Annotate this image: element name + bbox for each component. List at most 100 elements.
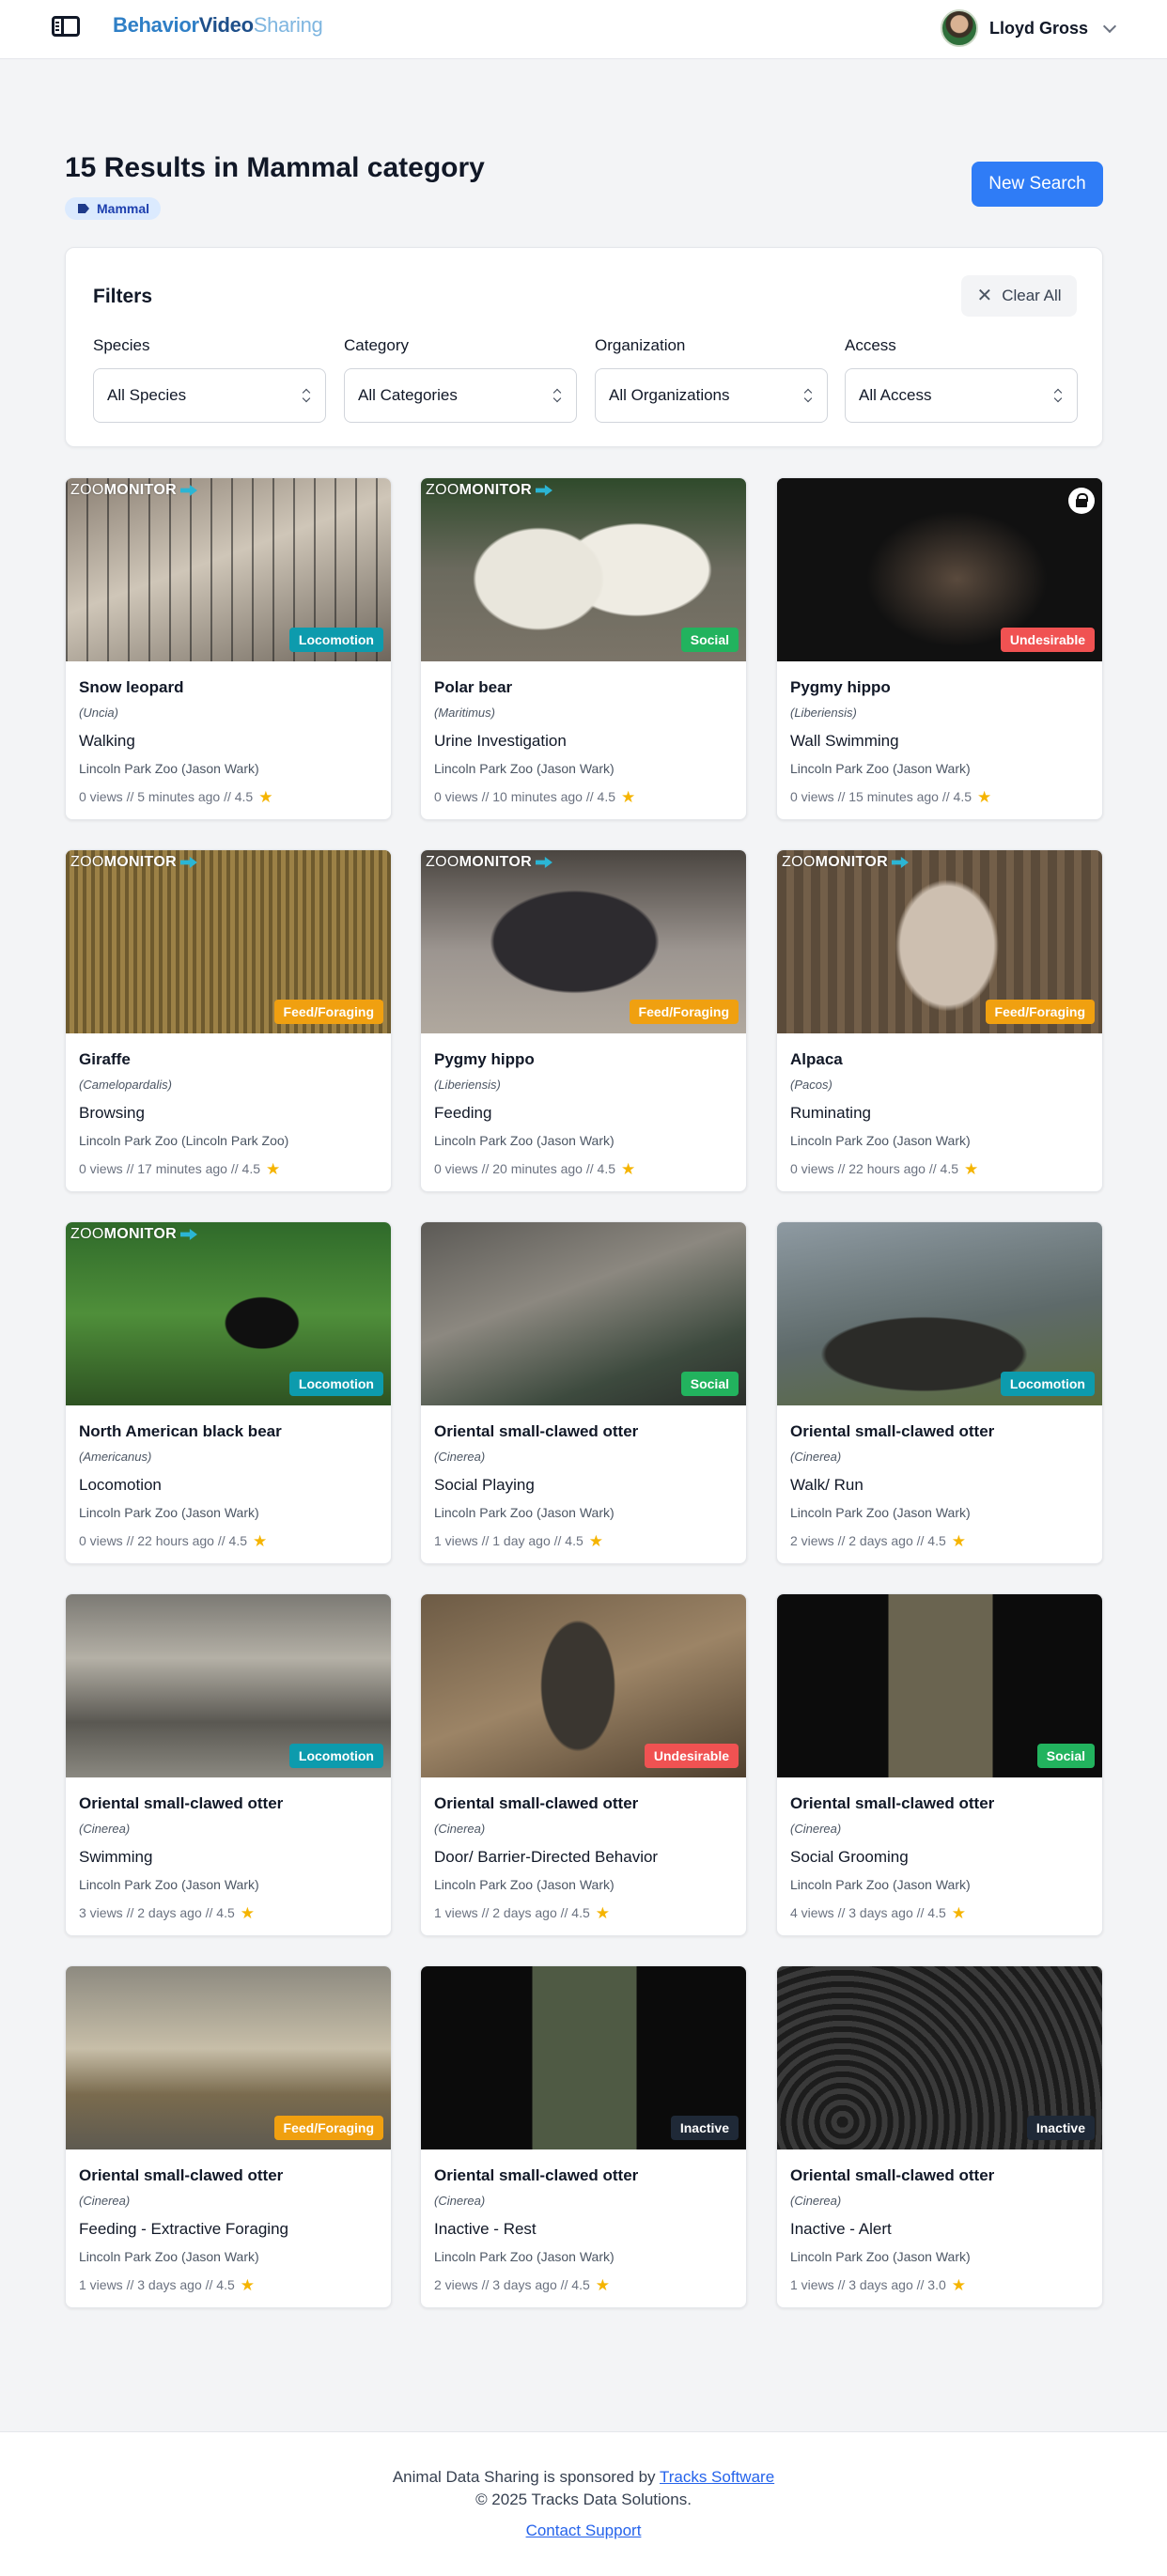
arrow-icon xyxy=(179,485,197,496)
video-card[interactable]: ZOO MONITOR Social Polar bear (Maritimus) … xyxy=(420,477,747,820)
sidebar-toggle-icon[interactable] xyxy=(52,16,80,37)
select-updown-icon xyxy=(553,389,561,402)
user-menu[interactable]: Lloyd Gross xyxy=(940,8,1117,48)
video-card[interactable]: Locomotion Oriental small-clawed otter (… xyxy=(776,1221,1103,1564)
video-thumbnail[interactable]: ZOO MONITOR Feed/Foraging xyxy=(66,850,391,1033)
organization-name: Lincoln Park Zoo (Jason Wark) xyxy=(79,1877,259,1892)
video-thumbnail[interactable]: Locomotion xyxy=(66,1594,391,1777)
scientific-name: (Camelopardalis) xyxy=(79,1078,172,1092)
species-name: Oriental small-clawed otter xyxy=(79,1794,284,1812)
species-select[interactable]: All Species xyxy=(93,368,326,423)
clear-all-label: Clear All xyxy=(1002,287,1062,304)
star-icon: ★ xyxy=(977,787,992,806)
video-meta: 3 views // 2 days ago // 4.5 ★ xyxy=(79,1904,378,1921)
behavior-name: Feeding - Extractive Foraging xyxy=(79,2220,288,2238)
organization-select[interactable]: All Organizations xyxy=(595,368,828,423)
video-thumbnail[interactable]: ZOO MONITOR Locomotion xyxy=(66,478,391,661)
species-select-value: All Species xyxy=(107,386,187,404)
video-stats: 2 views // 3 days ago // 4.5 xyxy=(434,2277,590,2292)
video-card[interactable]: Inactive Oriental small-clawed otter (Ci… xyxy=(420,1965,747,2308)
video-thumbnail[interactable]: Feed/Foraging xyxy=(66,1966,391,2149)
video-meta: 2 views // 2 days ago // 4.5 ★ xyxy=(790,1532,1089,1549)
select-updown-icon xyxy=(1054,389,1062,402)
organization-name: Lincoln Park Zoo (Jason Wark) xyxy=(79,2249,259,2264)
video-card[interactable]: ZOO MONITOR Feed/Foraging Alpaca (Pacos) R… xyxy=(776,849,1103,1192)
video-card[interactable]: Social Oriental small-clawed otter (Cine… xyxy=(420,1221,747,1564)
organization-name: Lincoln Park Zoo (Jason Wark) xyxy=(790,1505,971,1520)
video-thumbnail[interactable]: Social xyxy=(777,1594,1102,1777)
video-card[interactable]: Undesirable Pygmy hippo (Liberiensis) Wa… xyxy=(776,477,1103,820)
star-icon: ★ xyxy=(240,2275,256,2294)
video-thumbnail[interactable]: ZOO MONITOR Feed/Foraging xyxy=(421,850,746,1033)
behavior-name: Walking xyxy=(79,732,135,750)
star-icon: ★ xyxy=(621,1159,636,1178)
filters-title: Filters xyxy=(93,286,153,307)
video-card[interactable]: Locomotion Oriental small-clawed otter (… xyxy=(65,1593,392,1936)
video-card[interactable]: Inactive Oriental small-clawed otter (Ci… xyxy=(776,1965,1103,2308)
access-select[interactable]: All Access xyxy=(845,368,1078,423)
video-thumbnail[interactable]: Locomotion xyxy=(777,1222,1102,1405)
arrow-icon xyxy=(535,857,552,868)
star-icon: ★ xyxy=(595,1903,611,1922)
tracks-software-link[interactable]: Tracks Software xyxy=(660,2468,774,2486)
species-filter-label: Species xyxy=(93,336,150,354)
video-card-body: Alpaca (Pacos) Ruminating Lincoln Park Z… xyxy=(790,1050,1089,1177)
video-stats: 0 views // 17 minutes ago // 4.5 xyxy=(79,1161,260,1176)
category-select[interactable]: All Categories xyxy=(344,368,577,423)
species-name: Oriental small-clawed otter xyxy=(790,1794,995,1812)
top-navigation-bar: BehaviorVideoSharing Lloyd Gross xyxy=(0,0,1167,59)
zoomonitor-logo: ZOO MONITOR xyxy=(426,854,552,871)
behavior-category-badge: Feed/Foraging xyxy=(985,1000,1095,1024)
species-name: Oriental small-clawed otter xyxy=(434,2166,639,2184)
behavior-category-badge: Feed/Foraging xyxy=(273,2116,383,2140)
species-name: Pygmy hippo xyxy=(434,1050,535,1068)
behavior-name: Social Playing xyxy=(434,1476,535,1494)
clear-all-button[interactable]: ✕ Clear All xyxy=(961,275,1077,317)
behavior-name: Walk/ Run xyxy=(790,1476,864,1494)
video-card[interactable]: Social Oriental small-clawed otter (Cine… xyxy=(776,1593,1103,1936)
video-card[interactable]: Undesirable Oriental small-clawed otter … xyxy=(420,1593,747,1936)
video-thumbnail[interactable]: Inactive xyxy=(421,1966,746,2149)
brand-part-3: Sharing xyxy=(253,13,323,37)
contact-support-link[interactable]: Contact Support xyxy=(526,2522,642,2539)
video-card-body: Oriental small-clawed otter (Cinerea) Do… xyxy=(434,1794,733,1921)
video-card-body: Oriental small-clawed otter (Cinerea) Fe… xyxy=(79,2166,378,2293)
video-card-body: Giraffe (Camelopardalis) Browsing Lincol… xyxy=(79,1050,378,1177)
star-icon: ★ xyxy=(964,1159,979,1178)
video-card[interactable]: ZOO MONITOR Feed/Foraging Pygmy hippo (Lib… xyxy=(420,849,747,1192)
zoomonitor-logo-zoo: ZOO xyxy=(426,482,459,498)
video-thumbnail[interactable]: ZOO MONITOR Social xyxy=(421,478,746,661)
chevron-down-icon[interactable] xyxy=(1102,19,1117,33)
star-icon: ★ xyxy=(240,1903,256,1922)
video-meta: 0 views // 10 minutes ago // 4.5 ★ xyxy=(434,788,733,805)
video-card[interactable]: ZOO MONITOR Locomotion Snow leopard (Uncia… xyxy=(65,477,392,820)
organization-name: Lincoln Park Zoo (Jason Wark) xyxy=(434,761,615,776)
video-card[interactable]: Feed/Foraging Oriental small-clawed otte… xyxy=(65,1965,392,2308)
species-name: Oriental small-clawed otter xyxy=(790,2166,995,2184)
behavior-category-badge: Inactive xyxy=(1026,2116,1095,2140)
video-thumbnail[interactable]: ZOO MONITOR Locomotion xyxy=(66,1222,391,1405)
species-name: North American black bear xyxy=(79,1422,282,1440)
video-thumbnail[interactable]: Inactive xyxy=(777,1966,1102,2149)
organization-filter-label: Organization xyxy=(595,336,686,354)
video-thumbnail[interactable]: Undesirable xyxy=(777,478,1102,661)
star-icon: ★ xyxy=(588,1531,604,1550)
avatar[interactable] xyxy=(940,9,978,47)
video-card[interactable]: ZOO MONITOR Feed/Foraging Giraffe (Camelop… xyxy=(65,849,392,1192)
new-search-button[interactable]: New Search xyxy=(972,162,1103,207)
video-card[interactable]: ZOO MONITOR Locomotion North American blac… xyxy=(65,1221,392,1564)
scientific-name: (Cinerea) xyxy=(79,1822,131,1836)
video-thumbnail[interactable]: Undesirable xyxy=(421,1594,746,1777)
scientific-name: (Cinerea) xyxy=(79,2194,131,2208)
brand-part-1: Behavior xyxy=(113,13,199,37)
scientific-name: (Liberiensis) xyxy=(434,1078,501,1092)
video-thumbnail[interactable]: ZOO MONITOR Feed/Foraging xyxy=(777,850,1102,1033)
video-stats: 1 views // 2 days ago // 4.5 xyxy=(434,1905,590,1920)
zoomonitor-logo-monitor: MONITOR xyxy=(815,854,888,870)
video-thumbnail[interactable]: Social xyxy=(421,1222,746,1405)
brand-logo[interactable]: BehaviorVideoSharing xyxy=(113,13,323,38)
organization-name: Lincoln Park Zoo (Jason Wark) xyxy=(434,1877,615,1892)
organization-name: Lincoln Park Zoo (Jason Wark) xyxy=(790,761,971,776)
video-meta: 0 views // 22 hours ago // 4.5 ★ xyxy=(79,1532,378,1549)
brand-part-2: Video xyxy=(198,13,254,37)
